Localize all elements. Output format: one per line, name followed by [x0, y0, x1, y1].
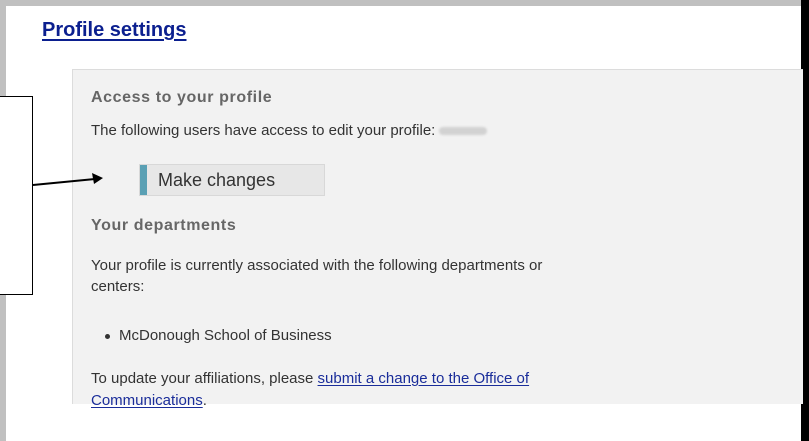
update-suffix: .	[202, 392, 207, 409]
department-name: McDonough School of Business	[119, 327, 332, 344]
make-changes-label: Make changes	[158, 170, 276, 190]
update-prefix: To update your affiliations, please	[91, 370, 314, 387]
departments-heading: Your departments	[91, 217, 237, 234]
redacted-user-id	[439, 127, 488, 136]
page-title[interactable]: Profile settings	[42, 18, 186, 42]
department-list-item: McDonough School of Business	[91, 325, 332, 347]
bullet-icon	[105, 334, 110, 339]
access-description-text: The following users have access to edit …	[91, 122, 436, 139]
department-list: McDonough School of Business	[91, 325, 332, 347]
update-instructions-line-2: Communications.	[91, 390, 207, 412]
annotation-callout-box	[0, 96, 33, 295]
departments-description-line-2: centers:	[91, 278, 145, 295]
access-description: The following users have access to edit …	[91, 120, 488, 142]
submit-change-link-continued[interactable]: Communications	[91, 392, 203, 409]
departments-description-line-1: Your profile is currently associated wit…	[91, 257, 543, 274]
arrow-icon	[32, 173, 103, 186]
update-instructions-line-1: To update your affiliations, please subm…	[91, 368, 529, 390]
submit-change-link[interactable]: submit a change to the Office of	[318, 370, 530, 387]
make-changes-button[interactable]: Make changes	[139, 164, 325, 196]
button-accent-bar	[140, 165, 147, 195]
access-heading: Access to your profile	[91, 89, 273, 106]
